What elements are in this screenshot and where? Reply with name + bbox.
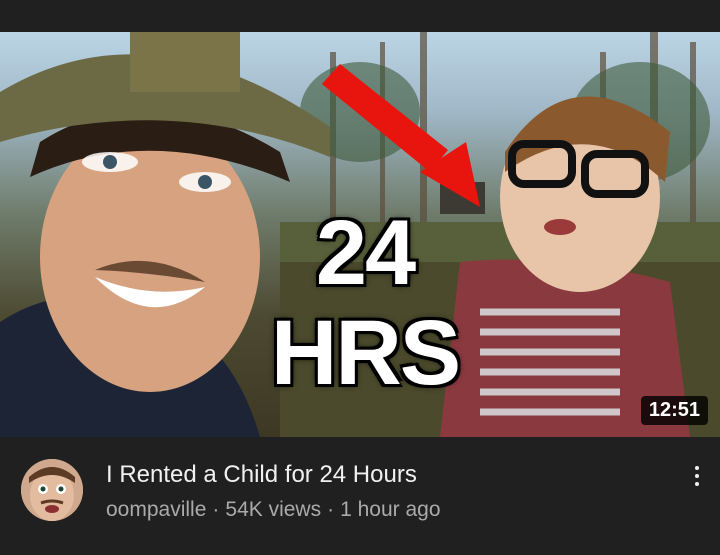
more-options-button[interactable] (682, 459, 712, 493)
upload-age: 1 hour ago (340, 498, 441, 521)
separator: · (212, 498, 220, 521)
more-vert-icon (695, 466, 699, 470)
thumbnail-overlay-hrs: HRS (270, 302, 461, 404)
avatar-face-icon (21, 459, 83, 521)
video-thumbnail[interactable]: 24 HRS 12:51 (0, 32, 720, 437)
video-subline: oompaville · 54K views · 1 hour ago (106, 497, 441, 523)
channel-name[interactable]: oompaville (106, 497, 206, 523)
top-strip (0, 0, 720, 32)
thumbnail-overlay-24: 24 (315, 202, 416, 304)
video-title[interactable]: I Rented a Child for 24 Hours (106, 461, 417, 489)
video-meta-row: I Rented a Child for 24 Hours oompaville… (0, 437, 720, 555)
video-duration-badge: 12:51 (640, 396, 708, 425)
channel-avatar[interactable] (21, 459, 83, 521)
separator: · (327, 498, 335, 521)
view-count: 54K views (225, 498, 322, 521)
